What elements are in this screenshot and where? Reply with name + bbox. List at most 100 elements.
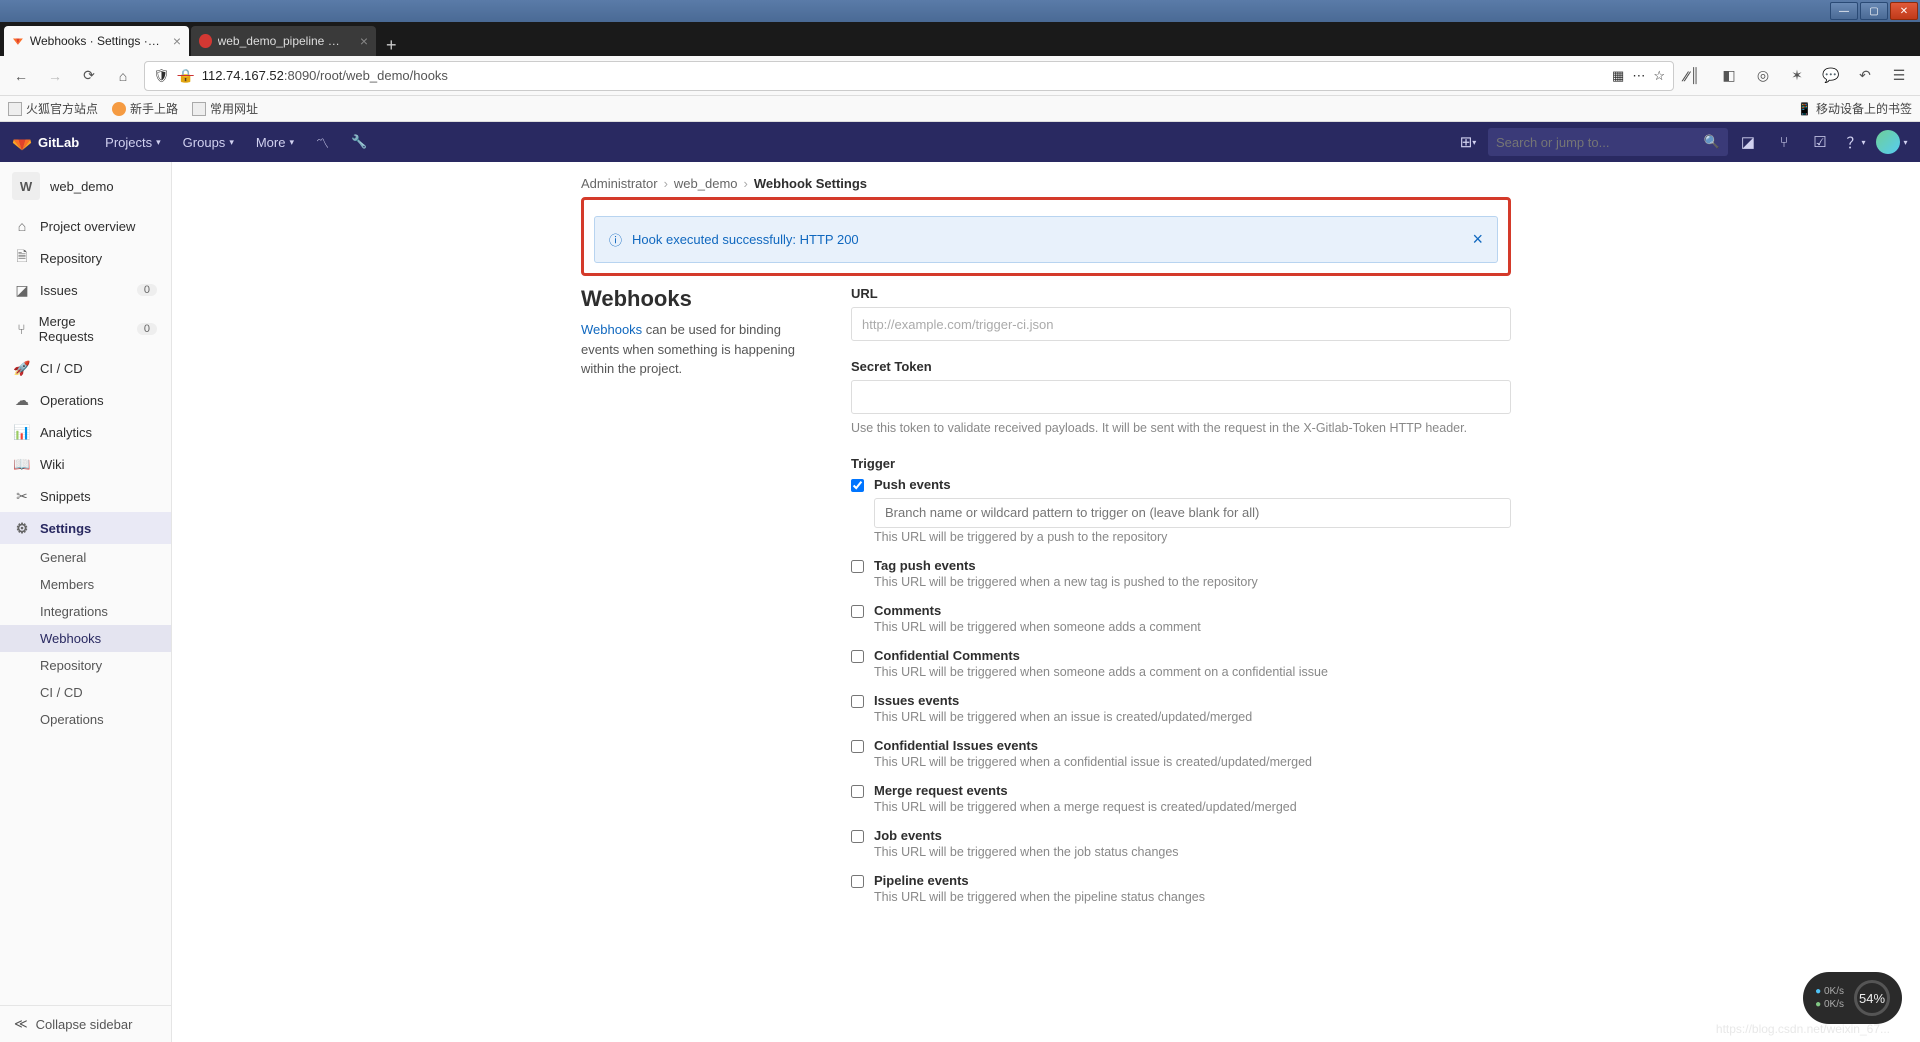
browser-tab[interactable]: web_demo_pipeline Config × (191, 26, 376, 56)
issues-shortcut-icon[interactable]: ◪ (1732, 126, 1764, 158)
tab-close-icon[interactable]: × (360, 33, 368, 49)
watermark-text: https://blog.csdn.net/weixin_67... (1716, 1022, 1890, 1036)
chat-icon[interactable]: 💬 (1818, 63, 1844, 89)
cloud-icon: ☁ (14, 392, 30, 408)
mobile-icon: 📱 (1797, 102, 1812, 116)
token-label: Secret Token (851, 359, 1511, 374)
window-maximize-button[interactable]: ▢ (1860, 2, 1888, 20)
sidebar-sub-members[interactable]: Members (0, 571, 171, 598)
trigger-title: Confidential Issues events (874, 738, 1511, 753)
forward-button[interactable]: → (42, 63, 68, 89)
sidebar-item-settings[interactable]: ⚙Settings (0, 512, 171, 544)
browser-tab-title: Webhooks · Settings · Admin (30, 34, 161, 48)
search-input[interactable] (1496, 135, 1704, 150)
sidebar-sub-operations[interactable]: Operations (0, 706, 171, 733)
nav-projects[interactable]: Projects▾ (95, 129, 171, 156)
sidebar-sub-webhooks[interactable]: Webhooks (0, 625, 171, 652)
gitlab-favicon-icon (12, 34, 24, 48)
browser-tab-active[interactable]: Webhooks · Settings · Admin × (4, 26, 189, 56)
window-close-button[interactable]: ✕ (1890, 2, 1918, 20)
project-name: web_demo (50, 179, 114, 194)
sidebar-item-operations[interactable]: ☁Operations (0, 384, 171, 416)
sidebar-sub-repository[interactable]: Repository (0, 652, 171, 679)
header-search[interactable]: 🔍 (1488, 128, 1728, 156)
help-dropdown-icon[interactable]: ？▾ (1840, 126, 1872, 158)
sidebar-sub-general[interactable]: General (0, 544, 171, 571)
nav-groups[interactable]: Groups▾ (173, 129, 244, 156)
nav-activity-icon[interactable]: 〽 (306, 127, 339, 158)
trigger-checkbox[interactable] (851, 605, 864, 618)
highlight-frame: ⓘ Hook executed successfully: HTTP 200 × (581, 197, 1511, 276)
sidebar-item-snippets[interactable]: ✂Snippets (0, 480, 171, 512)
trigger-title: Issues events (874, 693, 1511, 708)
gitlab-logo[interactable]: GitLab (12, 132, 79, 152)
trigger-description: This URL will be triggered when a confid… (874, 755, 1511, 769)
sidebar-item-wiki[interactable]: 📖Wiki (0, 448, 171, 480)
bookmark-item[interactable]: 火狐官方站点 (8, 100, 98, 117)
user-avatar[interactable]: ▾ (1876, 126, 1908, 158)
trigger-description: This URL will be triggered when a merge … (874, 800, 1511, 814)
sidebar-item-project-overview[interactable]: ⌂Project overview (0, 210, 171, 242)
alert-text: Hook executed successfully: HTTP 200 (632, 232, 859, 247)
sidebar-item-issues[interactable]: ◪Issues0 (0, 274, 171, 306)
qr-icon[interactable]: ▦ (1612, 68, 1624, 84)
new-tab-button[interactable]: + (378, 35, 405, 56)
url-input[interactable] (851, 307, 1511, 341)
collapse-sidebar-button[interactable]: ≪ Collapse sidebar (0, 1005, 171, 1042)
alert-close-button[interactable]: × (1472, 229, 1483, 250)
folder-icon (192, 102, 206, 116)
trigger-description: This URL will be triggered when an issue… (874, 710, 1511, 724)
home-button[interactable]: ⌂ (110, 63, 136, 89)
project-badge[interactable]: W web_demo (0, 162, 171, 210)
trigger-checkbox[interactable] (851, 740, 864, 753)
reload-button[interactable]: ⟳ (76, 63, 102, 89)
todos-shortcut-icon[interactable]: ☑ (1804, 126, 1836, 158)
branch-pattern-input[interactable] (874, 498, 1511, 528)
gear-icon: ⚙ (14, 520, 30, 536)
sidebar-toggle-icon[interactable]: ◧ (1716, 63, 1742, 89)
trigger-checkbox[interactable] (851, 560, 864, 573)
account-icon[interactable]: ◎ (1750, 63, 1776, 89)
gitlab-header: GitLab Projects▾ Groups▾ More▾ 〽 🔧 ⊞ ▾ 🔍… (0, 122, 1920, 162)
trigger-checkbox[interactable] (851, 695, 864, 708)
bookmark-item[interactable]: 常用网址 (192, 100, 258, 117)
trigger-checkbox[interactable] (851, 830, 864, 843)
breadcrumb-project[interactable]: web_demo (674, 176, 738, 191)
address-bar[interactable]: 🛡 🔒 112.74.167.52:8090/root/web_demo/hoo… (144, 61, 1674, 91)
file-icon: 🗎 (14, 250, 30, 266)
sidebar-item-merge-requests[interactable]: ⑂Merge Requests0 (0, 306, 171, 352)
sidebar-sub-ci-cd[interactable]: CI / CD (0, 679, 171, 706)
trigger-title: Comments (874, 603, 1511, 618)
gitlab-icon (12, 132, 32, 152)
trigger-checkbox[interactable] (851, 785, 864, 798)
trigger-checkbox[interactable] (851, 875, 864, 888)
tab-close-icon[interactable]: × (173, 33, 181, 49)
page-actions-icon[interactable]: ⋯ (1632, 68, 1645, 84)
library-icon[interactable]: ⃫⃫⃫║ (1682, 63, 1708, 89)
webhooks-doc-link[interactable]: Webhooks (581, 322, 642, 337)
mobile-bookmarks[interactable]: 📱移动设备上的书签 (1797, 100, 1912, 117)
token-input[interactable] (851, 380, 1511, 414)
breadcrumb-root[interactable]: Administrator (581, 176, 658, 191)
bookmark-item[interactable]: 新手上路 (112, 100, 178, 117)
sidebar-item-label: Merge Requests (39, 314, 127, 344)
nav-more[interactable]: More▾ (246, 129, 304, 156)
plus-dropdown-button[interactable]: ⊞ ▾ (1452, 126, 1484, 158)
undo-icon[interactable]: ↶ (1852, 63, 1878, 89)
sidebar-item-repository[interactable]: 🗎Repository (0, 242, 171, 274)
extension-icon[interactable]: ✶ (1784, 63, 1810, 89)
menu-icon[interactable]: ☰ (1886, 63, 1912, 89)
nav-wrench-icon[interactable]: 🔧 (341, 128, 377, 156)
sidebar-sub-integrations[interactable]: Integrations (0, 598, 171, 625)
bookmark-star-icon[interactable]: ☆ (1653, 68, 1665, 84)
sidebar-item-analytics[interactable]: 📊Analytics (0, 416, 171, 448)
back-button[interactable]: ← (8, 63, 34, 89)
trigger-checkbox[interactable] (851, 479, 864, 492)
trigger-title: Push events (874, 477, 1511, 492)
window-minimize-button[interactable]: — (1830, 2, 1858, 20)
trigger-checkbox[interactable] (851, 650, 864, 663)
merge-requests-shortcut-icon[interactable]: ⑂ (1768, 126, 1800, 158)
page-title: Webhooks (581, 286, 821, 312)
trigger-merge-request-events: Merge request eventsThis URL will be tri… (851, 783, 1511, 814)
sidebar-item-ci-cd[interactable]: 🚀CI / CD (0, 352, 171, 384)
